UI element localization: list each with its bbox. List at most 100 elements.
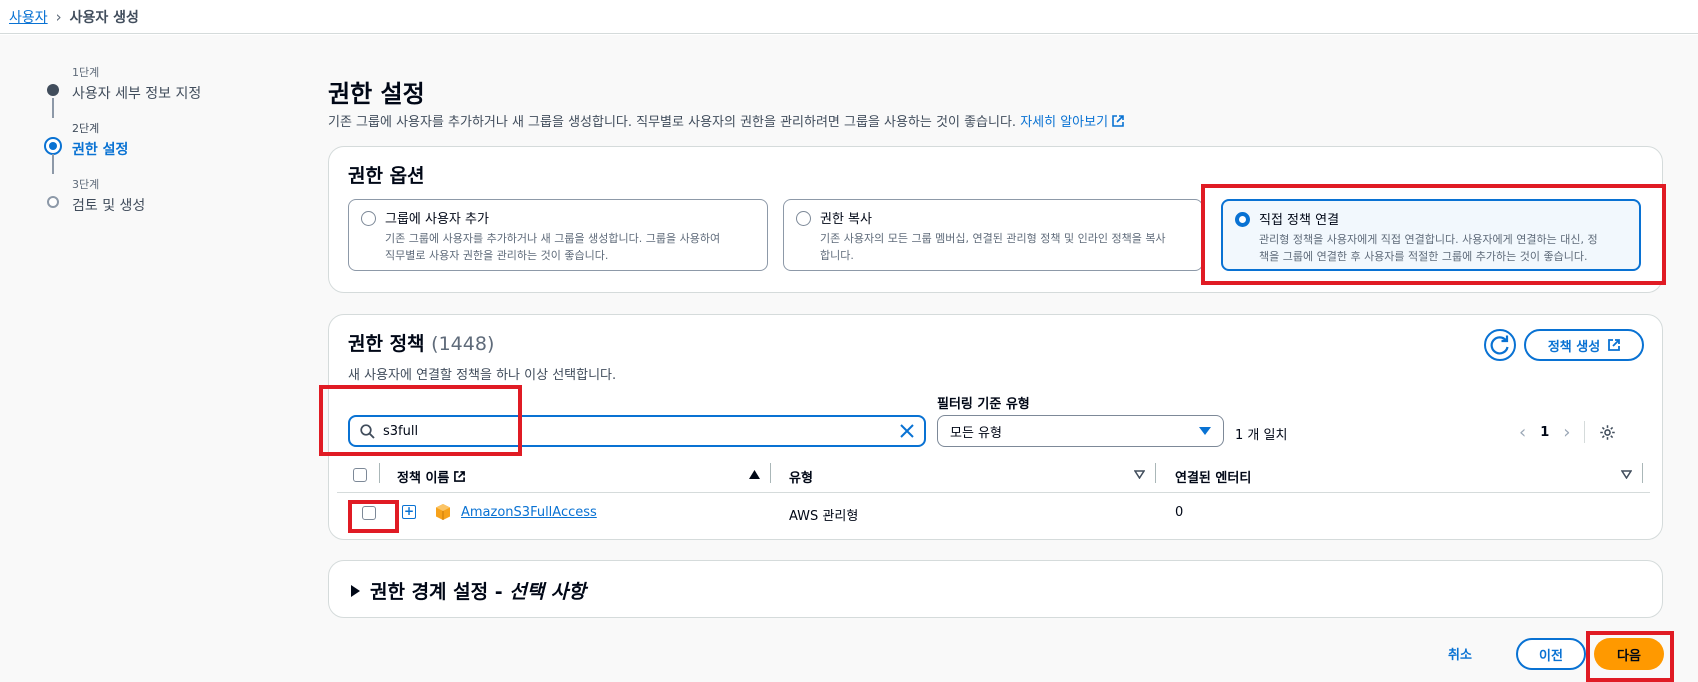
policies-description: 새 사용자에 연결할 정책을 하나 이상 선택합니다. [348, 368, 617, 383]
column-header-attached-entities[interactable]: 연결된 엔터티 [1175, 467, 1251, 486]
page-description: 기존 그룹에 사용자를 추가하거나 새 그룹을 생성합니다. 직무별로 사용자의… [328, 111, 1124, 130]
option-title: 직접 정책 연결 [1259, 213, 1340, 228]
step-2-number: 2단계 [72, 122, 100, 135]
next-page-icon[interactable]: › [1563, 422, 1570, 443]
step-connector [52, 98, 54, 118]
option-desc-line: 합니다. [820, 249, 854, 262]
option-desc-line: 기존 그룹에 사용자를 추가하거나 새 그룹을 생성합니다. 그룹을 사용하여 [385, 232, 721, 245]
breadcrumb: 사용자 › 사용자 생성 [0, 0, 1698, 34]
policy-search[interactable] [348, 415, 926, 447]
policies-title: 권한 정책 (1448) [348, 329, 494, 356]
breadcrumb-users-link[interactable]: 사용자 [9, 7, 48, 27]
step-1[interactable]: 1단계 사용자 세부 정보 지정 [40, 64, 300, 120]
permissions-boundary-panel: 권한 경계 설정 - 선택 사항 [328, 560, 1663, 618]
divider [1584, 421, 1586, 443]
option-desc-line: 직무별로 사용자 권한을 관리하는 것이 좋습니다. [385, 249, 609, 262]
refresh-button[interactable] [1484, 329, 1516, 361]
permission-options-title: 권한 옵션 [348, 165, 425, 187]
sort-icon[interactable] [1134, 470, 1145, 479]
filter-type-label: 필터링 기준 유형 [937, 397, 1030, 412]
clear-icon[interactable] [900, 424, 914, 438]
step-pending-icon [47, 196, 59, 208]
previous-page-icon[interactable]: ‹ [1519, 422, 1526, 443]
select-all-checkbox[interactable] [353, 468, 367, 482]
step-connector [52, 154, 54, 174]
step-3: 3단계 검토 및 생성 [40, 176, 300, 232]
sort-ascending-icon[interactable] [749, 470, 760, 479]
external-link-icon [1608, 339, 1621, 351]
policy-search-input[interactable] [383, 423, 900, 439]
external-link-icon [1112, 115, 1124, 127]
radio-button[interactable] [796, 211, 811, 226]
option-copy-permissions[interactable]: 권한 복사 기존 사용자의 모든 그룹 멤버십, 연결된 관리형 정책 및 인라… [783, 199, 1203, 271]
filter-type-select[interactable]: 모든 유형 [937, 415, 1224, 447]
step-2-label: 권한 설정 [72, 142, 129, 158]
permissions-boundary-toggle[interactable]: 권한 경계 설정 - 선택 사항 [351, 577, 586, 604]
row-checkbox[interactable] [362, 506, 376, 520]
option-desc-line: 책을 그룹에 연결한 후 사용자를 적절한 그룹에 추가하는 것이 좋습니다. [1259, 250, 1588, 263]
option-description: 기존 그룹에 사용자를 추가하거나 새 그룹을 생성합니다. 그룹을 사용하여직… [385, 230, 757, 264]
learn-more-label: 자세히 알아보기 [1020, 115, 1109, 130]
page-title: 권한 설정 [328, 80, 425, 108]
option-desc-line: 관리형 정책을 사용자에게 직접 연결합니다. 사용자에게 연결하는 대신, 정 [1259, 233, 1598, 246]
column-divider [1155, 463, 1156, 483]
learn-more-link[interactable]: 자세히 알아보기 [1020, 115, 1124, 130]
aws-managed-policy-icon [436, 504, 450, 520]
step-2: 2단계 권한 설정 [40, 120, 300, 176]
wizard-steps: 1단계 사용자 세부 정보 지정 2단계 권한 설정 3단계 검토 및 생성 [40, 64, 300, 232]
cancel-button[interactable]: 취소 [1448, 644, 1472, 663]
option-description: 관리형 정책을 사용자에게 직접 연결합니다. 사용자에게 연결하는 대신, 정… [1259, 231, 1629, 265]
policy-name-link[interactable]: AmazonS3FullAccess [461, 505, 597, 520]
boundary-title-text: 권한 경계 설정 - 선택 사항 [370, 577, 586, 604]
previous-button[interactable]: 이전 [1516, 638, 1586, 670]
column-header-type[interactable]: 유형 [789, 467, 813, 486]
boundary-optional-label: 선택 사항 [509, 581, 586, 603]
create-policy-button[interactable]: 정책 생성 [1524, 329, 1644, 361]
policies-count: (1448) [431, 333, 495, 355]
chevron-right-icon: › [55, 7, 62, 26]
match-count: 1 개 일치 [1235, 428, 1288, 443]
table-row[interactable]: + AmazonS3FullAccess AWS 관리형 0 [337, 493, 1650, 533]
settings-gear-icon[interactable] [1599, 424, 1616, 441]
current-page[interactable]: 1 [1540, 425, 1549, 440]
search-icon [360, 423, 375, 439]
option-add-to-group[interactable]: 그룹에 사용자 추가 기존 그룹에 사용자를 추가하거나 새 그룹을 생성합니다… [348, 199, 768, 271]
caret-down-icon [1199, 426, 1211, 435]
sort-icon[interactable] [1621, 470, 1632, 479]
permission-options-panel: 권한 옵션 그룹에 사용자 추가 기존 그룹에 사용자를 추가하거나 새 그룹을… [328, 146, 1663, 293]
column-policy-name-label: 정책 이름 [397, 471, 450, 486]
refresh-icon [1490, 335, 1509, 355]
table-header: 정책 이름 유형 연결된 엔터티 [337, 457, 1650, 493]
permission-policies-panel: 권한 정책 (1448) 새 사용자에 연결할 정책을 하나 이상 선택합니다.… [328, 314, 1663, 540]
radio-button[interactable] [361, 211, 376, 226]
step-3-number: 3단계 [72, 178, 100, 191]
step-1-label: 사용자 세부 정보 지정 [72, 86, 202, 102]
external-link-icon [453, 471, 465, 482]
column-divider [379, 463, 380, 483]
breadcrumb-current: 사용자 생성 [69, 9, 139, 26]
step-complete-icon [47, 84, 59, 96]
option-attach-policies-directly[interactable]: 직접 정책 연결 관리형 정책을 사용자에게 직접 연결합니다. 사용자에게 연… [1221, 199, 1641, 271]
step-3-label: 검토 및 생성 [72, 198, 146, 214]
radio-button-selected[interactable] [1235, 212, 1250, 227]
caret-right-icon [351, 584, 360, 597]
column-divider [1642, 463, 1643, 483]
step-1-number: 1단계 [72, 66, 100, 79]
column-divider [770, 463, 771, 483]
expand-plus-icon[interactable]: + [402, 505, 416, 519]
page-description-text: 기존 그룹에 사용자를 추가하거나 새 그룹을 생성합니다. 직무별로 사용자의… [328, 115, 1017, 130]
boundary-title-label: 권한 경계 설정 - [370, 581, 510, 603]
next-button[interactable]: 다음 [1594, 638, 1664, 670]
option-description: 기존 사용자의 모든 그룹 멤버십, 연결된 관리형 정책 및 인라인 정책을 … [820, 230, 1192, 264]
option-desc-line: 기존 사용자의 모든 그룹 멤버십, 연결된 관리형 정책 및 인라인 정책을 … [820, 232, 1166, 245]
step-current-icon [44, 137, 62, 155]
policies-title-text: 권한 정책 [348, 333, 425, 355]
column-header-policy-name[interactable]: 정책 이름 [397, 467, 465, 486]
option-title: 권한 복사 [820, 212, 872, 227]
filter-type-value: 모든 유형 [950, 425, 1002, 441]
option-title: 그룹에 사용자 추가 [385, 212, 489, 227]
pagination: ‹ 1 › [1519, 421, 1616, 443]
policy-type: AWS 관리형 [789, 509, 859, 524]
policy-attached-entities: 0 [1175, 505, 1184, 520]
create-policy-label: 정책 생성 [1547, 339, 1601, 355]
